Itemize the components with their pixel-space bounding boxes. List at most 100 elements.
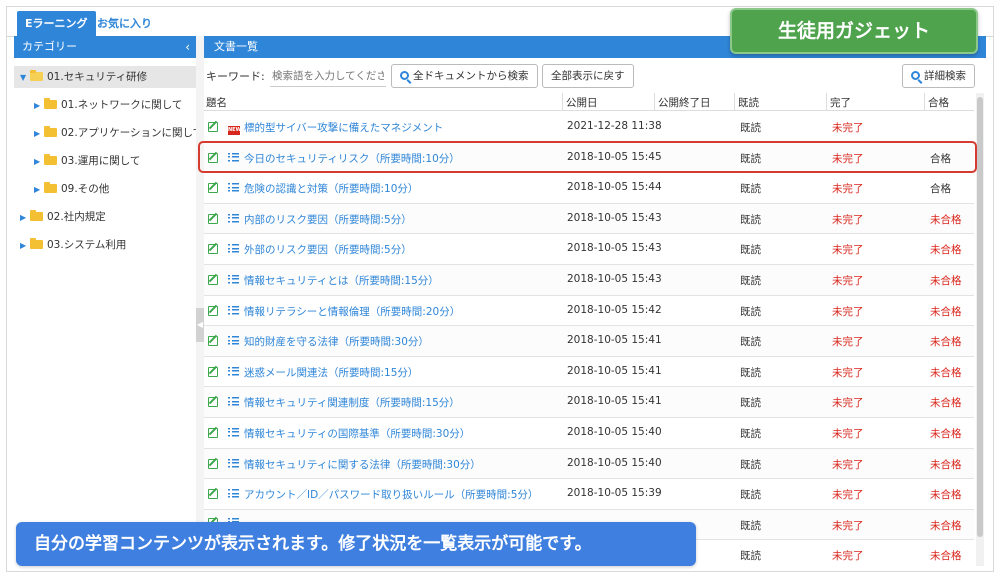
tab-elearning[interactable]: Eラーニング: [17, 11, 96, 37]
highlight-box: [198, 141, 977, 173]
list-icon: [228, 274, 239, 284]
header-read[interactable]: 既読: [738, 95, 759, 110]
document-title-link[interactable]: 情報セキュリティ関連制度（所要時間:15分）: [244, 397, 460, 409]
table-row[interactable]: 迷惑メール関連法（所要時間:15分） 2018-10-05 15:41 既読 未完了 未…: [204, 357, 974, 388]
sidebar-header: カテゴリー ‹: [14, 36, 196, 58]
table-row[interactable]: NEW 標的型サイバー攻撃に備えたマネジメント 2021-12-28 11:38 既読…: [204, 112, 974, 143]
document-title-link[interactable]: 情報セキュリティに関する法律（所要時間:30分）: [244, 459, 481, 471]
row-title-cell: アカウント／ID／パスワード取り扱いルール（所要時間:5分）: [208, 487, 538, 502]
document-title-link[interactable]: 内部のリスク要因（所要時間:5分）: [244, 214, 412, 226]
tree-item-operations[interactable]: ▶ 03.運用に関して: [14, 150, 140, 172]
open-external-icon[interactable]: [208, 183, 218, 194]
row-title-cell: 内部のリスク要因（所要時間:5分）: [208, 212, 412, 227]
open-external-icon[interactable]: [208, 458, 218, 469]
keyword-input[interactable]: [270, 65, 386, 87]
completion-status-cell: 未完了: [832, 550, 864, 563]
tree-item-network[interactable]: ▶ 01.ネットワークに関して: [14, 94, 182, 116]
pane-divider[interactable]: ◀: [196, 36, 204, 566]
read-status-cell: 既読: [740, 213, 761, 226]
open-external-icon[interactable]: [208, 427, 218, 438]
open-external-icon[interactable]: [208, 366, 218, 377]
document-title-link[interactable]: 標的型サイバー攻撃に備えたマネジメント: [244, 122, 443, 134]
table-row[interactable]: 情報セキュリティに関する法律（所要時間:30分） 2018-10-05 15:40…: [204, 448, 974, 480]
table-row[interactable]: 知的財産を守る法律（所要時間:30分） 2018-10-05 15:41 既読 未完了…: [204, 326, 974, 357]
row-title-cell: 迷惑メール関連法（所要時間:15分）: [208, 365, 418, 380]
category-sidebar: カテゴリー ‹ ▼ 01.セキュリティ研修 ▶ 01.ネットワークに関して ▶ 02.…: [14, 36, 203, 566]
open-external-icon[interactable]: [208, 122, 218, 132]
tree-item-system-use[interactable]: ▶ 03.システム利用: [14, 234, 126, 256]
pass-status-cell: 未合格: [930, 336, 962, 349]
table-row[interactable]: 情報セキュリティとは（所要時間:15分） 2018-10-05 15:43 既読 未完…: [204, 264, 974, 296]
table-row[interactable]: 危険の認識と対策（所要時間:10分） 2018-10-05 15:44 既読 未完了 合…: [204, 173, 974, 204]
tree-item-application[interactable]: ▶ 02.アプリケーションに関して: [14, 122, 203, 144]
publish-date-cell: 2018-10-05 15:40: [567, 456, 662, 469]
tree-item-other[interactable]: ▶ 09.その他: [14, 178, 109, 200]
document-title-link[interactable]: 知的財産を守る法律（所要時間:30分）: [244, 336, 429, 348]
collapse-arrow-icon[interactable]: ▶: [34, 151, 44, 173]
table-scrollbar[interactable]: [976, 93, 984, 566]
pass-status-cell: 未合格: [930, 244, 962, 257]
show-all-button[interactable]: 全部表示に戻す: [542, 64, 634, 88]
pass-status-cell: 未合格: [930, 550, 962, 563]
divider-grip-icon[interactable]: ◀: [196, 308, 204, 342]
document-title-link[interactable]: 情報セキュリティの国際基準（所要時間:30分）: [244, 428, 470, 440]
collapse-arrow-icon[interactable]: ▶: [34, 179, 44, 201]
open-external-icon[interactable]: [208, 213, 218, 224]
pass-status-cell: 未合格: [930, 213, 962, 226]
read-status-cell: 既読: [740, 489, 761, 502]
header-title[interactable]: 題名: [206, 95, 227, 110]
table-row[interactable]: 内部のリスク要因（所要時間:5分） 2018-10-05 15:43 既読 未完了 未合…: [204, 203, 974, 235]
row-title-cell: NEW 標的型サイバー攻撃に備えたマネジメント: [208, 120, 443, 135]
table-row[interactable]: 外部のリスク要因（所要時間:5分） 2018-10-05 15:43 既読 未完了 未合…: [204, 234, 974, 265]
document-title-link[interactable]: 迷惑メール関連法（所要時間:15分）: [244, 367, 418, 379]
collapse-arrow-icon[interactable]: ▶: [34, 95, 44, 117]
pass-status-cell: 未合格: [930, 427, 962, 440]
student-gadget-badge: 生徒用ガジェット: [730, 8, 978, 54]
folder-icon: [30, 210, 43, 221]
header-pass[interactable]: 合格: [928, 95, 949, 110]
document-title-link[interactable]: 情報セキュリティとは（所要時間:15分）: [244, 275, 439, 287]
row-title-cell: 情報リテラシーと情報倫理（所要時間:20分）: [208, 304, 460, 319]
publish-date-cell: 2018-10-05 15:44: [567, 181, 662, 194]
open-external-icon[interactable]: [208, 274, 218, 285]
completion-status-cell: 未完了: [832, 274, 864, 287]
scrollbar-thumb[interactable]: [977, 97, 983, 537]
header-publish-date[interactable]: 公開日: [566, 95, 598, 110]
collapse-arrow-icon[interactable]: ▶: [20, 207, 30, 229]
collapse-arrow-icon[interactable]: ▶: [34, 123, 44, 145]
open-external-icon[interactable]: [208, 336, 218, 347]
column-divider: [654, 93, 655, 111]
tree-item-security-training[interactable]: ▼ 01.セキュリティ研修: [14, 66, 196, 88]
collapse-arrow-icon[interactable]: ▶: [20, 235, 30, 257]
folder-icon: [30, 238, 43, 249]
tree-item-internal-rules[interactable]: ▶ 02.社内規定: [14, 206, 106, 228]
tab-favorites[interactable]: お気に入り: [89, 11, 160, 37]
pass-status-cell: 未合格: [930, 519, 962, 532]
search-all-button[interactable]: 全ドキュメントから検索: [391, 64, 538, 88]
collapse-sidebar-icon[interactable]: ‹: [185, 36, 190, 58]
header-complete[interactable]: 完了: [830, 95, 851, 110]
open-external-icon[interactable]: [208, 489, 218, 500]
list-icon: [228, 213, 239, 223]
open-external-icon[interactable]: [208, 244, 218, 255]
table-row[interactable]: 情報リテラシーと情報倫理（所要時間:20分） 2018-10-05 15:42 既読…: [204, 296, 974, 327]
document-title-link[interactable]: 外部のリスク要因（所要時間:5分）: [244, 244, 412, 256]
table-row[interactable]: 情報セキュリティ関連制度（所要時間:15分） 2018-10-05 15:41 既読…: [204, 387, 974, 418]
publish-date-cell: 2018-10-05 15:40: [567, 425, 662, 438]
column-divider: [924, 93, 925, 111]
document-title-link[interactable]: 危険の認識と対策（所要時間:10分）: [244, 183, 418, 195]
document-title-link[interactable]: アカウント／ID／パスワード取り扱いルール（所要時間:5分）: [244, 489, 538, 501]
header-end-date[interactable]: 公開終了日: [658, 95, 711, 110]
table-row[interactable]: 情報セキュリティの国際基準（所要時間:30分） 2018-10-05 15:40 既…: [204, 418, 974, 449]
open-external-icon[interactable]: [208, 397, 218, 408]
open-external-icon[interactable]: [208, 305, 218, 316]
table-row[interactable]: アカウント／ID／パスワード取り扱いルール（所要時間:5分） 2018-10-05…: [204, 479, 974, 510]
completion-status-cell: 未完了: [832, 519, 864, 532]
caption-banner: 自分の学習コンテンツが表示されます。修了状況を一覧表示が可能です。: [16, 522, 696, 566]
document-title-link[interactable]: 情報リテラシーと情報倫理（所要時間:20分）: [244, 306, 460, 318]
pass-status-cell: 未合格: [930, 458, 962, 471]
tree-item-label: 01.セキュリティ研修: [47, 71, 148, 83]
publish-date-cell: 2018-10-05 15:39: [567, 487, 662, 500]
expand-arrow-icon[interactable]: ▼: [20, 67, 30, 89]
advanced-search-button[interactable]: 詳細検索: [902, 64, 975, 88]
